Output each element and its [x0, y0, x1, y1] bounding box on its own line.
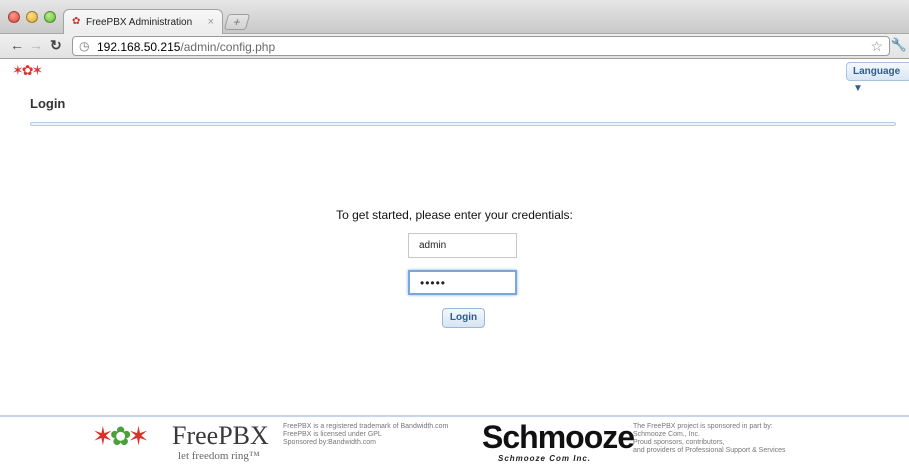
tab-close-icon[interactable]: ×	[208, 16, 214, 28]
footer-note-line: FreePBX is licensed under GPL	[283, 431, 382, 438]
close-window-button[interactable]	[8, 11, 20, 23]
tab-title: FreePBX Administration	[86, 17, 193, 28]
address-bar[interactable]: ◷ 192.168.50.215/admin/config.php ☆	[72, 36, 890, 56]
page-title: Login	[30, 96, 66, 111]
password-input[interactable]: •••••	[408, 270, 517, 295]
new-tab-button[interactable]: +	[223, 14, 251, 30]
login-button[interactable]: Login	[442, 308, 485, 328]
url-host: 192.168.50.215	[97, 40, 181, 54]
footer-note-line: and providers of Professional Support & …	[633, 447, 786, 454]
url-path: /admin/config.php	[180, 40, 276, 54]
freepbx-frog-logo-icon[interactable]: ✶✿✶	[12, 62, 43, 79]
back-arrow-icon[interactable]: ←	[10, 37, 24, 53]
zoom-window-button[interactable]	[44, 11, 56, 23]
url-text[interactable]: 192.168.50.215/admin/config.php	[97, 40, 275, 54]
footer-note-line: FreePBX is a registered trademark of Ban…	[283, 423, 449, 430]
freepbx-frog-icon: ✶✿✶	[92, 421, 149, 451]
schmooze-logo-subtitle: Schmooze Com Inc.	[498, 454, 592, 463]
browser-titlebar: ✿ FreePBX Administration × +	[0, 0, 909, 35]
freepbx-logo-name: FreePBX	[172, 421, 269, 450]
forward-arrow-icon[interactable]: →	[29, 37, 43, 53]
freepbx-footer-notes: FreePBX is a registered trademark of Ban…	[283, 423, 448, 447]
username-input[interactable]: admin	[408, 233, 517, 258]
bookmark-star-icon[interactable]: ☆	[870, 38, 883, 55]
reload-icon[interactable]: ↻	[50, 37, 62, 54]
footer-note-line: Schmooze Com., Inc.	[633, 431, 700, 438]
login-prompt: To get started, please enter your creden…	[336, 208, 573, 222]
title-divider	[30, 122, 896, 126]
minimize-window-button[interactable]	[26, 11, 38, 23]
globe-icon: ◷	[79, 39, 90, 53]
footer-note-line: Proud sponsors, contributors,	[633, 439, 725, 446]
footer-note-line: Sponsored by:Bandwidth.com	[283, 439, 376, 446]
browser-tab[interactable]: ✿ FreePBX Administration ×	[63, 9, 223, 35]
language-dropdown-button[interactable]: Language ▼	[846, 62, 909, 94]
wrench-icon[interactable]: 🔧	[891, 37, 907, 53]
schmooze-logo[interactable]: Schmooze Schmooze Com Inc.	[482, 419, 635, 467]
footer-divider	[0, 415, 909, 417]
schmooze-logo-name: Schmooze	[482, 419, 635, 455]
browser-toolbar: ← → ↻ ◷ 192.168.50.215/admin/config.php …	[0, 34, 909, 59]
page-content: ✶✿✶ Language ▼ Login To get started, ple…	[0, 59, 909, 472]
freepbx-favicon-icon: ✿	[72, 16, 81, 27]
sponsor-footer-notes: The FreePBX project is sponsored in part…	[633, 423, 786, 455]
freepbx-logo-tagline: let freedom ring™	[178, 450, 260, 462]
freepbx-logo[interactable]: ✶✿✶ FreePBX let freedom ring™	[92, 421, 272, 465]
footer-note-line: The FreePBX project is sponsored in part…	[633, 423, 773, 430]
